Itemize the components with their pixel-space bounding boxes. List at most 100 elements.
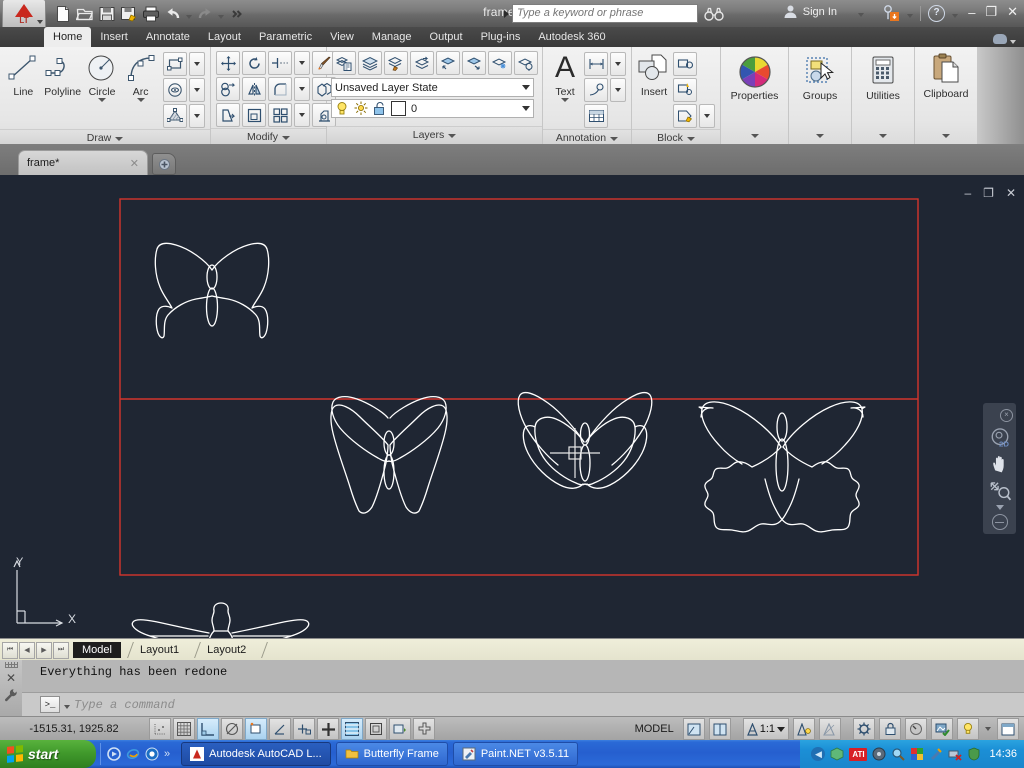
cloud-icon[interactable] (993, 34, 1007, 44)
new-tab-button[interactable] (152, 153, 176, 175)
tab-output[interactable]: Output (421, 27, 472, 47)
draw-hatch-button[interactable] (163, 104, 188, 128)
taskbar-window-autocad[interactable]: Autodesk AutoCAD L... (181, 742, 331, 766)
rectangle-menu-button[interactable] (189, 52, 206, 76)
taskbar-window-paintnet[interactable]: Paint.NET v3.5.11 (452, 742, 579, 766)
arc-menu-chevron-icon[interactable] (136, 98, 145, 102)
tab-model[interactable]: Model (73, 642, 121, 658)
panel-layers-title[interactable]: Layers (327, 126, 542, 144)
draw-circle-button[interactable]: Circle (83, 51, 122, 102)
isolate-objects-button[interactable] (931, 718, 953, 740)
ellipse-menu-button[interactable] (189, 78, 206, 102)
layout-last-button[interactable]: ⏭ (53, 641, 69, 659)
navbar-close-icon[interactable]: × (1000, 409, 1013, 422)
zoom-extents-icon[interactable] (988, 480, 1012, 501)
layer-stack-button[interactable] (358, 51, 382, 75)
status-tray-button[interactable] (957, 718, 979, 740)
modify-scale-button[interactable] (242, 103, 266, 127)
application-menu-button[interactable]: LT (2, 0, 46, 28)
fillet-menu-button[interactable] (294, 77, 310, 101)
printer-icon[interactable] (142, 5, 160, 23)
draw-polyline-button[interactable]: Polyline (43, 51, 83, 98)
layer-make-current-button[interactable] (436, 51, 460, 75)
lineweight-toggle[interactable] (341, 718, 363, 740)
status-tray-chevron-icon[interactable] (985, 727, 991, 731)
layer-previous-button[interactable] (410, 51, 434, 75)
restore-button[interactable]: ❐ (985, 4, 997, 20)
tab-autodesk-360[interactable]: Autodesk 360 (529, 27, 614, 47)
file-tab-frame[interactable]: frame* ✕ (18, 150, 148, 175)
layer-set-current-button[interactable] (462, 51, 486, 75)
double-chevron-icon[interactable] (228, 5, 246, 23)
close-icon[interactable]: ✕ (130, 157, 139, 170)
define-attributes-button[interactable] (673, 104, 697, 128)
layer-color-swatch-icon[interactable] (391, 101, 406, 116)
array-menu-button[interactable] (294, 103, 310, 127)
command-prompt-icon[interactable]: >_ (40, 696, 60, 713)
exchange-chevron-icon[interactable] (907, 14, 913, 18)
groups-button[interactable]: Groups (793, 55, 847, 102)
sun-icon[interactable] (354, 101, 368, 116)
text-menu-chevron-icon[interactable] (561, 98, 569, 102)
lock-toolbars-button[interactable] (879, 718, 901, 740)
panel-clipboard-title[interactable] (915, 127, 977, 144)
utilities-button[interactable]: Utilities (856, 55, 910, 102)
navbar-more-chevron-icon[interactable] (995, 505, 1004, 511)
network-x-icon[interactable] (948, 747, 963, 761)
ortho-mode-toggle[interactable] (221, 718, 243, 740)
magnifier-icon[interactable] (891, 747, 906, 761)
layer-off-button[interactable] (514, 51, 538, 75)
redo-menu-chevron-icon[interactable] (218, 14, 224, 19)
layer-freeze-button[interactable] (488, 51, 512, 75)
clipboard-button[interactable]: Clipboard (919, 53, 973, 100)
minimize-button[interactable]: – (968, 5, 975, 20)
tab-home[interactable]: Home (44, 27, 92, 47)
binoculars-icon[interactable] (704, 6, 724, 22)
tab-view[interactable]: View (321, 27, 363, 47)
tab-layout2[interactable]: Layout2 (198, 642, 255, 658)
undo-arrow-icon[interactable] (164, 5, 182, 23)
polar-tracking-toggle[interactable] (245, 718, 267, 740)
undo-menu-chevron-icon[interactable] (186, 14, 192, 19)
table-button[interactable] (584, 104, 608, 128)
dimension-button[interactable] (584, 52, 608, 76)
grid-display-toggle[interactable] (173, 718, 195, 740)
layer-match-button[interactable] (384, 51, 408, 75)
modify-fillet-button[interactable] (268, 77, 292, 101)
command-history-chevron-icon[interactable] (64, 705, 70, 709)
open-folder-icon[interactable] (76, 5, 94, 23)
modify-move-button[interactable] (216, 51, 240, 75)
tab-layout1[interactable]: Layout1 (131, 642, 188, 658)
save-as-icon[interactable] (120, 5, 138, 23)
transparency-toggle[interactable] (365, 718, 387, 740)
draw-ellipse-button[interactable] (163, 78, 188, 102)
lightbulb-icon[interactable] (335, 101, 349, 116)
properties-button[interactable]: Properties (725, 55, 784, 102)
pan-hand-icon[interactable] (988, 453, 1012, 476)
layout-first-button[interactable]: ⏮ (2, 641, 18, 659)
unlock-icon[interactable] (373, 101, 386, 116)
start-button[interactable]: start (0, 740, 96, 768)
define-attributes-menu-button[interactable] (699, 104, 715, 128)
tab-annotate[interactable]: Annotate (137, 27, 199, 47)
layout-prev-button[interactable]: ◀ (19, 641, 35, 659)
annotation-scale-button[interactable]: 1:1 (742, 718, 789, 740)
tab-plugins[interactable]: Plug-ins (472, 27, 530, 47)
outlook-icon[interactable] (145, 747, 159, 761)
modify-mirror-button[interactable] (242, 77, 266, 101)
search-menu-caret-icon[interactable] (504, 9, 509, 18)
command-input-row[interactable]: >_ Type a command (22, 692, 1024, 716)
command-line-grip[interactable]: ✕ (0, 660, 22, 716)
generic-cube-icon[interactable] (830, 747, 844, 761)
workspace-button[interactable] (853, 718, 875, 740)
ati-icon[interactable]: ATI (849, 747, 868, 761)
draw-arc-button[interactable]: Arc (121, 51, 160, 102)
annotation-text-button[interactable]: A Text (547, 51, 583, 102)
clean-screen-button[interactable] (997, 718, 1019, 740)
modify-copy-button[interactable] (216, 77, 240, 101)
command-input[interactable]: Type a command (74, 698, 175, 712)
save-disk-icon[interactable] (98, 5, 116, 23)
quick-properties-toggle[interactable] (389, 718, 411, 740)
draw-rectangle-button[interactable] (163, 52, 188, 76)
viewport-button[interactable] (708, 718, 731, 740)
